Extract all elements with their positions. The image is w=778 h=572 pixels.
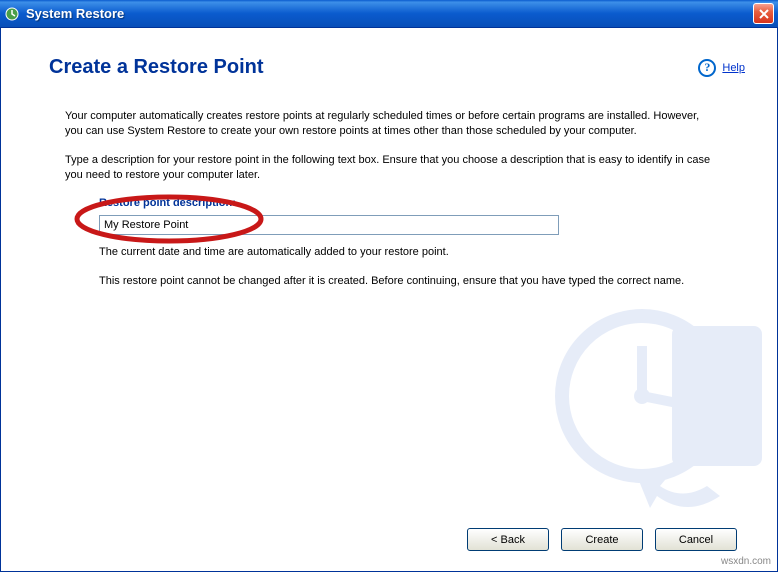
- button-row: < Back Create Cancel: [467, 528, 737, 551]
- note-cannot-change: This restore point cannot be changed aft…: [99, 274, 713, 289]
- back-button[interactable]: < Back: [467, 528, 549, 551]
- help-icon: ?: [698, 59, 716, 77]
- window-body: Create a Restore Point ? Help Your compu…: [0, 28, 778, 572]
- content-area: Your computer automatically creates rest…: [1, 91, 777, 289]
- page-title: Create a Restore Point: [49, 56, 264, 79]
- watermark-clock-icon: [542, 286, 772, 516]
- intro-text-2: Type a description for your restore poin…: [65, 153, 713, 183]
- titlebar: System Restore: [0, 0, 778, 28]
- description-input[interactable]: [99, 215, 559, 235]
- note-auto-date: The current date and time are automatica…: [99, 245, 713, 260]
- intro-text-1: Your computer automatically creates rest…: [65, 109, 713, 139]
- help-link[interactable]: Help: [722, 62, 745, 74]
- create-button[interactable]: Create: [561, 528, 643, 551]
- watermark-url: wsxdn.com: [721, 556, 771, 567]
- window-title: System Restore: [26, 6, 753, 21]
- cancel-button[interactable]: Cancel: [655, 528, 737, 551]
- description-label: Restore point description:: [99, 196, 713, 211]
- close-button[interactable]: [753, 3, 774, 24]
- system-restore-icon: [4, 6, 20, 22]
